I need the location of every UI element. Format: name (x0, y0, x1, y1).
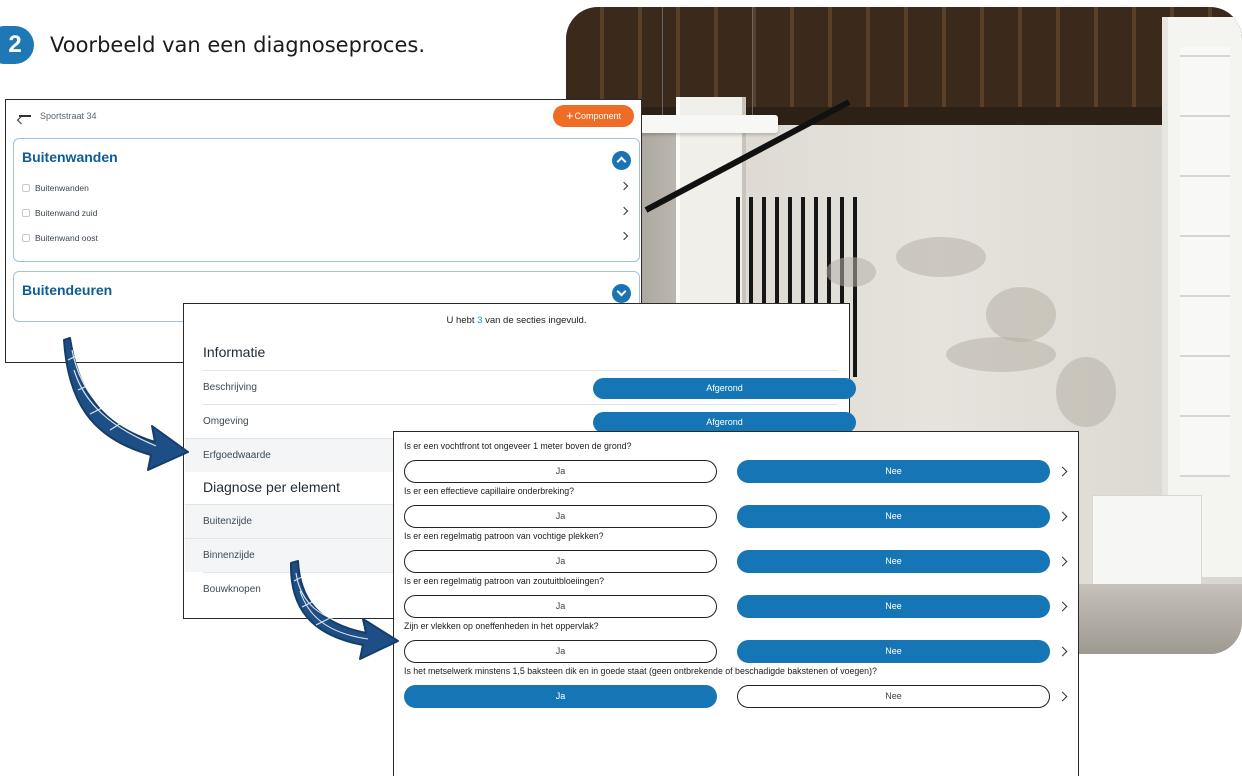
component-label: Buitenwand oost (35, 233, 98, 243)
pendant-lamp (638, 115, 778, 133)
curved-arrow-icon (289, 560, 399, 660)
lamp-wire (752, 7, 753, 117)
status-suffix: van de secties ingevuld. (482, 315, 587, 326)
ceiling-beams (566, 7, 1242, 122)
status-badge[interactable]: Afgerond (593, 412, 856, 433)
section-row-label: Erfgoedwaarde (203, 450, 271, 461)
chevron-right-icon[interactable] (1057, 646, 1068, 657)
section-row-label: Buitenzijde (203, 516, 252, 527)
group-buitenwanden[interactable]: Buitenwanden Buitenwanden Buitenwand zui… (13, 138, 640, 262)
answer-no-button[interactable]: Nee (737, 595, 1050, 618)
section-title: Informatie (203, 344, 266, 360)
chevron-right-icon[interactable] (619, 181, 629, 191)
checkbox[interactable] (22, 234, 30, 242)
damp-patch (946, 337, 1056, 372)
step-badge: 2 (0, 26, 34, 64)
add-component-label: Component (574, 111, 622, 121)
progress-status: U hebt 3 van de secties ingevuld. (184, 315, 849, 326)
damp-patch (826, 257, 876, 287)
answer-yes-button[interactable]: Ja (404, 550, 717, 573)
component-item[interactable]: Buitenwand oost (22, 230, 629, 246)
questionnaire-screen: Is er een vochtfront tot ongeveer 1 mete… (393, 431, 1079, 776)
answer-no-button[interactable]: Nee (737, 460, 1050, 483)
plus-icon: + (565, 108, 574, 123)
damp-patch (986, 287, 1056, 342)
chevron-right-icon[interactable] (1057, 466, 1068, 477)
group-title: Buitenwanden (22, 149, 118, 165)
section-row-label: Omgeving (203, 416, 249, 427)
section-title: Diagnose per element (203, 479, 340, 495)
chevron-right-icon[interactable] (619, 206, 629, 216)
question-text: Is er een regelmatig patroon van vochtig… (404, 531, 604, 541)
section-row-label: Bouwknopen (203, 584, 261, 595)
question-text: Zijn er vlekken op oneffenheden in het o… (404, 621, 599, 631)
answer-yes-button[interactable]: Ja (404, 505, 717, 528)
status-prefix: U hebt (446, 315, 478, 326)
chevron-right-icon[interactable] (1057, 601, 1068, 612)
question-text: Is er een effectieve capillaire onderbre… (404, 486, 575, 496)
checkbox[interactable] (22, 184, 30, 192)
chevron-right-icon[interactable] (1057, 691, 1068, 702)
question-text: Is het metselwerk minstens 1,5 baksteen … (404, 666, 877, 676)
answer-no-button[interactable]: Nee (737, 505, 1050, 528)
section-row[interactable]: Beschrijving Afgerond (203, 370, 856, 404)
section-row-label: Beschrijving (203, 382, 257, 393)
answer-yes-button[interactable]: Ja (404, 640, 717, 663)
answer-no-button[interactable]: Nee (737, 550, 1050, 573)
component-label: Buitenwand zuid (35, 208, 98, 218)
chevron-right-icon[interactable] (1057, 511, 1068, 522)
lamp-wire (662, 7, 663, 117)
window-frames (1180, 47, 1230, 477)
back-arrow-icon[interactable] (18, 111, 32, 121)
damp-patch (896, 237, 986, 277)
answer-yes-button[interactable]: Ja (404, 595, 717, 618)
component-item[interactable]: Buitenwanden (22, 180, 629, 196)
answer-yes-button[interactable]: Ja (404, 685, 717, 708)
question-text: Is er een regelmatig patroon van zoutuit… (404, 576, 605, 586)
section-row-label: Binnenzijde (203, 550, 255, 561)
answer-no-button[interactable]: Nee (737, 685, 1050, 708)
address-bar: Sportstraat 34 (18, 111, 97, 121)
group-title: Buitendeuren (22, 282, 113, 298)
curved-arrow-icon (63, 337, 189, 471)
damp-patch (1056, 357, 1116, 427)
checkbox[interactable] (22, 209, 30, 217)
answer-no-button[interactable]: Nee (737, 640, 1050, 663)
address-label: Sportstraat 34 (40, 111, 97, 121)
question-text: Is er een vochtfront tot ongeveer 1 mete… (404, 441, 632, 451)
add-component-button[interactable]: +Component (553, 105, 634, 127)
answer-yes-button[interactable]: Ja (404, 460, 717, 483)
chevron-down-icon[interactable] (612, 284, 631, 303)
chevron-right-icon[interactable] (619, 231, 629, 241)
component-label: Buitenwanden (35, 183, 89, 193)
status-badge[interactable]: Afgerond (593, 378, 856, 399)
page-heading: Voorbeeld van een diagnoseproces. (50, 33, 425, 57)
chevron-right-icon[interactable] (1057, 556, 1068, 567)
chevron-up-icon[interactable] (612, 151, 631, 170)
component-item[interactable]: Buitenwand zuid (22, 205, 629, 221)
